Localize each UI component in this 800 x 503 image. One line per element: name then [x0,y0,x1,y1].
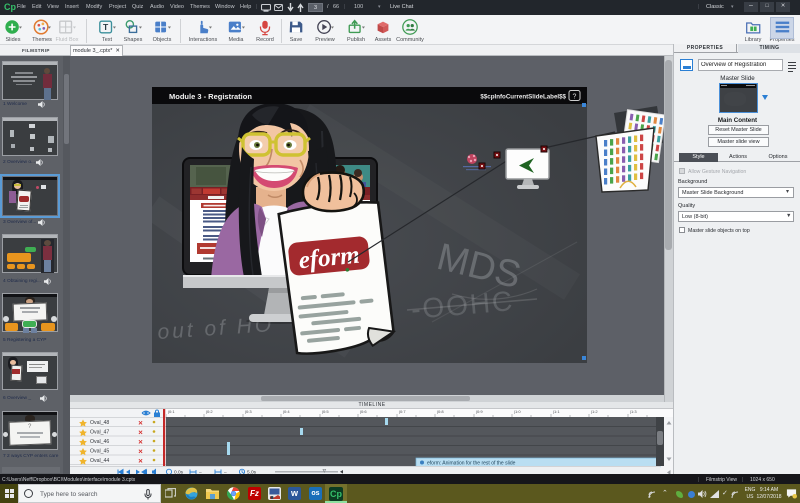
svg-text:✕: ✕ [138,430,143,437]
svg-text:|0:6: |0:6 [360,409,367,414]
svg-text:|1:1: |1:1 [553,409,560,414]
svg-text:✕: ✕ [138,420,143,427]
svg-text:|0:4: |0:4 [283,409,290,414]
svg-text:Oval_45: Oval_45 [90,449,109,455]
svg-text:?: ? [573,94,577,101]
svg-text:T: T [103,22,109,32]
svg-text:✕: ✕ [138,458,143,465]
svg-text:|1:0: |1:0 [514,409,521,414]
svg-text:|0:8: |0:8 [437,409,444,414]
svg-text:|0:3: |0:3 [245,409,252,414]
svg-text:|0:2: |0:2 [206,409,213,414]
svg-text:eform: Animation for the rest: eform: Animation for the rest of the sli… [427,461,516,467]
svg-text:|0:5: |0:5 [322,409,329,414]
svg-text:|1:3: |1:3 [630,409,637,414]
svg-text:✕: ✕ [138,449,143,456]
svg-text:|1:2: |1:2 [591,409,598,414]
svg-text:|0:1: |0:1 [168,409,175,414]
svg-text:✕: ✕ [138,439,143,446]
svg-text:$$cpInfoCurrentSlideLabel$$: $$cpInfoCurrentSlideLabel$$ [480,94,566,101]
svg-text:Oval_44: Oval_44 [90,458,109,464]
svg-text:Oval_46: Oval_46 [90,439,109,445]
svg-text:|0:9: |0:9 [476,409,483,414]
svg-text:Module 3 - Registration: Module 3 - Registration [169,92,252,101]
svg-text:Oval_47: Oval_47 [90,430,109,436]
svg-text:|0:7: |0:7 [399,409,406,414]
svg-text:Oval_48: Oval_48 [90,420,109,426]
